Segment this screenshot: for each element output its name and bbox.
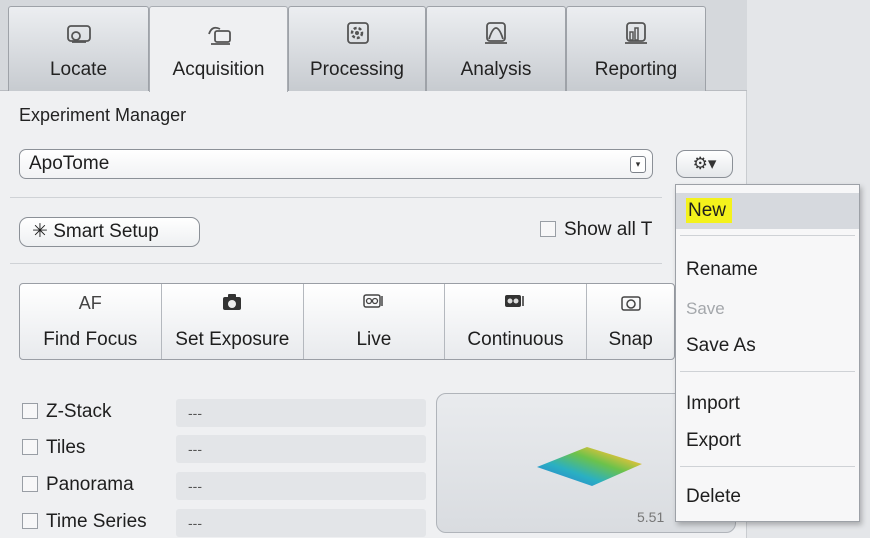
live-label: Live [356, 329, 392, 350]
menu-item-label: Save As [686, 335, 756, 356]
live-button[interactable]: Live [304, 284, 445, 359]
divider [10, 197, 662, 198]
time-series-option[interactable]: Time Series --- [22, 509, 426, 537]
sparkle-icon: ✳ [32, 221, 48, 242]
tab-label: Reporting [594, 59, 678, 80]
menu-item-label: Import [686, 393, 740, 414]
checkbox[interactable] [22, 476, 38, 492]
menu-separator [680, 371, 855, 372]
chevron-down-icon[interactable]: ▾ [630, 156, 646, 173]
live-camera-icon [304, 293, 444, 315]
tab-label: Analysis [460, 59, 532, 80]
snap-camera-icon [587, 293, 674, 315]
checkbox[interactable] [22, 513, 38, 529]
menu-item-save-as[interactable]: Save As [676, 328, 859, 364]
menu-item-delete[interactable]: Delete [676, 479, 859, 515]
z-stack-option[interactable]: Z-Stack --- [22, 399, 426, 427]
menu-item-import[interactable]: Import [676, 386, 859, 422]
panorama-label: Panorama [46, 474, 134, 495]
tab-acquisition[interactable]: Acquisition [149, 6, 288, 92]
z-stack-label: Z-Stack [46, 401, 112, 422]
processing-icon [347, 22, 369, 44]
snap-label: Snap [608, 329, 653, 350]
snap-button[interactable]: Snap [587, 284, 674, 359]
tiles-option[interactable]: Tiles --- [22, 435, 426, 463]
set-exposure-label: Set Exposure [175, 329, 290, 350]
reporting-icon [625, 22, 647, 44]
stage-preview-graphic [537, 447, 642, 486]
analysis-icon [485, 22, 507, 44]
experiment-select[interactable]: ApoTome ▾ [19, 149, 653, 179]
tab-locate[interactable]: Locate [8, 6, 149, 91]
camera-icon [162, 293, 304, 315]
divider [10, 263, 662, 264]
experiment-context-menu: New Rename Save Save As Import Export De… [675, 184, 860, 522]
preview-value: 5.51 [637, 509, 665, 525]
time-series-label: Time Series [46, 511, 147, 532]
show-all-checkbox[interactable]: Show all T [540, 219, 652, 241]
menu-item-label: Delete [686, 486, 741, 507]
continuous-label: Continuous [467, 329, 564, 350]
tab-strip: Locate Acquisition Processing Analysis R… [0, 0, 747, 92]
menu-separator [680, 235, 855, 236]
experiment-options-button[interactable]: ⚙▾ [676, 150, 733, 178]
experiment-manager-label: Experiment Manager [19, 105, 187, 125]
acquisition-icon [207, 26, 231, 45]
find-focus-label: Find Focus [43, 329, 138, 350]
tab-label: Processing [310, 59, 404, 80]
show-all-label: Show all T [564, 219, 653, 240]
tab-label: Locate [49, 59, 108, 80]
af-label: AF [78, 293, 102, 313]
find-focus-button[interactable]: AF Find Focus [20, 284, 162, 359]
acquisition-button-row: AF Find Focus Set Exposure Live Continuo… [19, 283, 675, 360]
experiment-select-value: ApoTome [29, 153, 110, 174]
panorama-option[interactable]: Panorama --- [22, 472, 426, 500]
menu-item-label: Export [686, 430, 741, 451]
tab-label: Acquisition [172, 59, 265, 80]
gear-icon: ⚙▾ [692, 154, 717, 173]
tiles-value: --- [176, 435, 426, 463]
checkbox[interactable] [22, 403, 38, 419]
menu-item-label: Save [686, 299, 725, 318]
menu-item-label: Rename [686, 259, 758, 280]
tab-reporting[interactable]: Reporting [566, 6, 706, 91]
menu-item-new[interactable]: New [676, 193, 859, 229]
checkbox[interactable] [540, 221, 556, 237]
set-exposure-button[interactable]: Set Exposure [162, 284, 305, 359]
menu-item-label: New [686, 198, 733, 223]
acquisition-panel: Locate Acquisition Processing Analysis R… [0, 0, 747, 538]
panorama-value: --- [176, 472, 426, 500]
tab-processing[interactable]: Processing [288, 6, 426, 91]
menu-separator [680, 466, 855, 467]
menu-item-save: Save [676, 291, 859, 327]
menu-item-export[interactable]: Export [676, 423, 859, 459]
time-series-value: --- [176, 509, 426, 537]
continuous-button[interactable]: Continuous [445, 284, 588, 359]
continuous-camera-icon [445, 293, 587, 315]
tab-analysis[interactable]: Analysis [426, 6, 566, 91]
smart-setup-button[interactable]: ✳ Smart Setup [19, 217, 200, 247]
menu-item-rename[interactable]: Rename [676, 252, 859, 288]
checkbox[interactable] [22, 439, 38, 455]
smart-setup-label: Smart Setup [53, 221, 159, 242]
locate-icon [66, 25, 91, 43]
z-stack-value: --- [176, 399, 426, 427]
tiles-label: Tiles [46, 437, 86, 458]
